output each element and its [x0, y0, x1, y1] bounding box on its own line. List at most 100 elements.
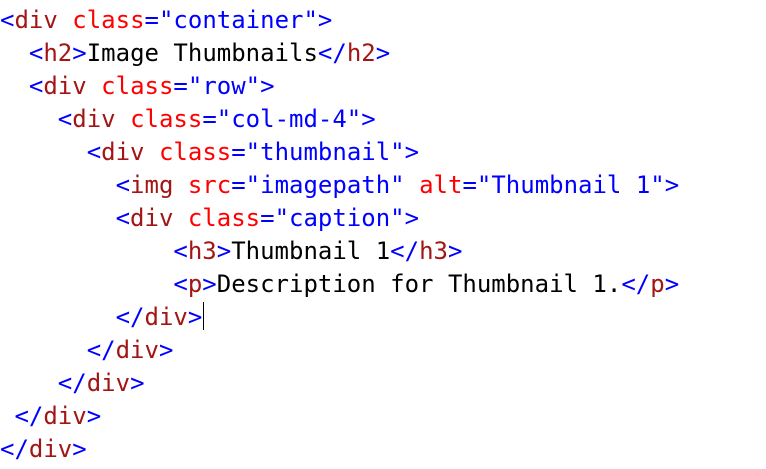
code-line[interactable]: <div class="thumbnail">: [0, 136, 766, 169]
tag-bracket: >: [216, 237, 232, 265]
code-line[interactable]: <div class="container">: [0, 4, 766, 37]
tag-name: div: [86, 369, 131, 397]
tag-bracket: </: [57, 369, 87, 397]
equals-sign: =: [173, 72, 188, 100]
text-cursor: [203, 302, 205, 330]
tag-bracket: >: [260, 72, 275, 100]
tag-bracket: </: [86, 336, 116, 364]
tag-bracket: <: [57, 105, 73, 133]
attribute-name: class: [101, 72, 174, 100]
text-content: [58, 6, 72, 34]
tag-bracket: <: [28, 72, 44, 100]
text-content: [145, 138, 159, 166]
tag-bracket: <: [86, 138, 102, 166]
tag-bracket: </: [14, 402, 44, 430]
tag-bracket: <: [115, 171, 131, 199]
tag-name: div: [28, 435, 73, 463]
attribute-name: class: [72, 6, 145, 34]
text-content: Image Thumbnails: [86, 39, 318, 67]
equals-sign: =: [462, 171, 477, 199]
tag-bracket: >: [317, 6, 333, 34]
code-line[interactable]: </div>: [0, 334, 766, 367]
attribute-value: "thumbnail": [245, 138, 405, 166]
text-content: [87, 72, 101, 100]
tag-bracket: </: [115, 303, 145, 331]
code-line[interactable]: </div>: [0, 301, 766, 334]
equals-sign: =: [202, 105, 217, 133]
tag-bracket: <: [115, 204, 131, 232]
attribute-value: "row": [187, 72, 261, 100]
tag-bracket: >: [158, 336, 174, 364]
tag-name: h2: [43, 39, 73, 67]
tag-bracket: >: [72, 435, 87, 463]
tag-bracket: >: [447, 237, 463, 265]
text-content: Thumbnail 1: [231, 237, 391, 265]
attribute-value: "container": [158, 6, 318, 34]
tag-bracket: >: [404, 204, 420, 232]
tag-bracket: </: [621, 270, 651, 298]
tag-name: div: [115, 336, 159, 364]
text-content: Description for Thumbnail 1.: [216, 270, 622, 298]
code-line[interactable]: </div>: [0, 367, 766, 400]
attribute-name: class: [158, 138, 232, 166]
text-content: [173, 204, 187, 232]
code-line[interactable]: <div class="col-md-4">: [0, 103, 766, 136]
code-line[interactable]: <p>Description for Thumbnail 1.</p>: [0, 268, 766, 301]
attribute-value: "imagepath": [245, 171, 405, 199]
tag-name: div: [130, 204, 174, 232]
tag-name: img: [130, 171, 174, 199]
tag-name: h3: [419, 237, 448, 265]
equals-sign: =: [231, 171, 246, 199]
tag-bracket: <: [173, 237, 188, 265]
tag-bracket: </: [0, 435, 29, 463]
tag-bracket: <: [173, 270, 188, 298]
code-line[interactable]: <div class="caption">: [0, 202, 766, 235]
code-line[interactable]: </div>: [0, 400, 766, 433]
tag-bracket: >: [404, 138, 420, 166]
attribute-name: src: [187, 171, 232, 199]
tag-bracket: >: [361, 105, 376, 133]
text-content: [173, 171, 187, 199]
tag-bracket: >: [130, 369, 145, 397]
attribute-value: "caption": [274, 204, 405, 232]
tag-bracket: </: [390, 237, 420, 265]
tag-bracket: </: [317, 39, 347, 67]
code-editor[interactable]: <div class="container"> <h2>Image Thumbn…: [0, 0, 766, 469]
tag-bracket: >: [187, 303, 203, 331]
code-line[interactable]: <h3>Thumbnail 1</h3>: [0, 235, 766, 268]
tag-bracket: >: [202, 270, 217, 298]
tag-name: div: [144, 303, 188, 331]
code-line[interactable]: </div>: [0, 433, 766, 466]
equals-sign: =: [231, 138, 246, 166]
code-line[interactable]: <img src="imagepath" alt="Thumbnail 1">: [0, 169, 766, 202]
attribute-name: alt: [419, 171, 463, 199]
tag-name: div: [43, 72, 87, 100]
attribute-value: "Thumbnail 1": [476, 171, 665, 199]
tag-bracket: >: [664, 270, 680, 298]
attribute-name: class: [130, 105, 203, 133]
text-content: [405, 171, 419, 199]
attribute-value: "col-md-4": [216, 105, 362, 133]
tag-bracket: >: [664, 171, 680, 199]
tag-bracket: <: [28, 39, 44, 67]
attribute-name: class: [187, 204, 261, 232]
code-line[interactable]: <h2>Image Thumbnails</h2>: [0, 37, 766, 70]
tag-name: div: [101, 138, 145, 166]
tag-name: p: [650, 270, 665, 298]
tag-name: h3: [187, 237, 217, 265]
equals-sign: =: [144, 6, 159, 34]
tag-name: div: [72, 105, 116, 133]
equals-sign: =: [260, 204, 275, 232]
tag-bracket: >: [375, 39, 391, 67]
tag-name: h2: [346, 39, 376, 67]
text-content: [116, 105, 130, 133]
code-line[interactable]: <div class="row">: [0, 70, 766, 103]
